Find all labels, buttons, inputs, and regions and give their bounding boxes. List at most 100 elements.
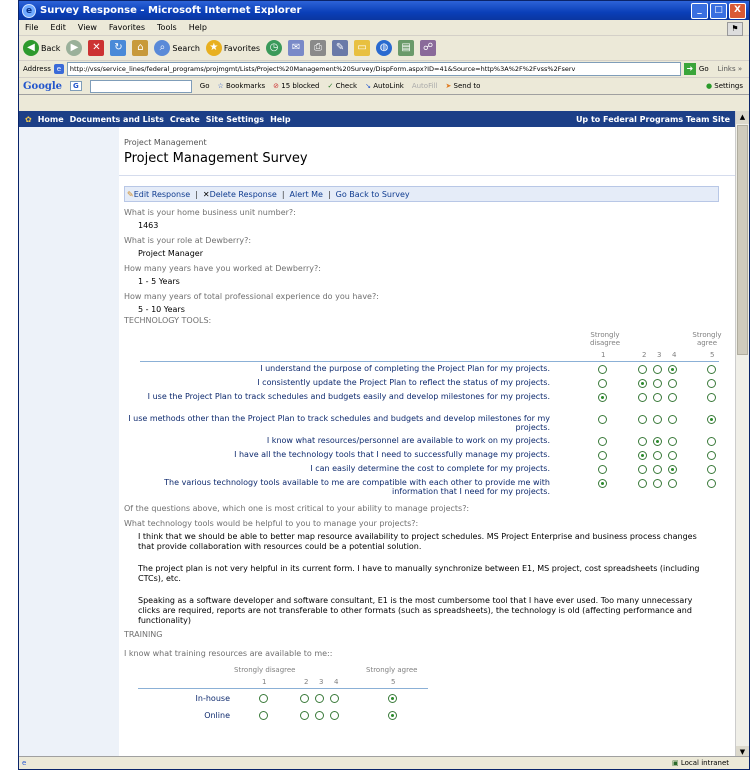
radio-option-3[interactable] <box>653 465 662 474</box>
nav-documents-and-lists[interactable]: Documents and Lists <box>70 115 164 124</box>
radio-option-1[interactable] <box>598 437 607 446</box>
radio-option-4[interactable] <box>668 379 677 388</box>
radio-option-2[interactable] <box>300 711 309 720</box>
refresh-icon[interactable]: ↻ <box>110 40 127 56</box>
nav-create[interactable]: Create <box>170 115 200 124</box>
radio-option-1[interactable] <box>598 479 607 488</box>
radio-option-5[interactable] <box>707 437 716 446</box>
radio-option-1[interactable] <box>598 379 607 388</box>
radio-option-1[interactable] <box>598 365 607 374</box>
delete-response-link[interactable]: Delete Response <box>210 190 277 199</box>
radio-option-4[interactable] <box>330 711 339 720</box>
nav-site-settings[interactable]: Site Settings <box>206 115 264 124</box>
radio-option-5[interactable] <box>707 479 716 488</box>
edit-icon[interactable]: ✎ <box>332 40 349 56</box>
radio-option-5[interactable] <box>388 694 397 703</box>
menu-view[interactable]: View <box>78 23 97 32</box>
autofill-button[interactable]: AutoFill <box>412 82 438 90</box>
nav-help[interactable]: Help <box>270 115 291 124</box>
go-button[interactable]: Go <box>699 65 709 73</box>
radio-option-5[interactable] <box>388 711 397 720</box>
address-input[interactable]: http://vss/service_lines/federal_program… <box>66 62 681 76</box>
radio-option-2[interactable] <box>638 393 647 402</box>
radio-option-2[interactable] <box>638 365 647 374</box>
radio-option-5[interactable] <box>707 393 716 402</box>
nav-up-to-team-site[interactable]: Up to Federal Programs Team Site <box>576 115 730 124</box>
links-button[interactable]: Links » <box>718 65 743 73</box>
radio-option-5[interactable] <box>707 465 716 474</box>
radio-option-4[interactable] <box>668 465 677 474</box>
radio-option-1[interactable] <box>598 393 607 402</box>
google-settings-button[interactable]: ● Settings <box>706 82 743 90</box>
radio-option-2[interactable] <box>638 451 647 460</box>
radio-option-3[interactable] <box>653 451 662 460</box>
google-badge[interactable]: G <box>70 81 82 91</box>
radio-option-4[interactable] <box>668 479 677 488</box>
google-go-button[interactable]: Go <box>200 82 210 90</box>
folder-icon[interactable]: ▭ <box>354 40 371 56</box>
home-icon[interactable]: ⌂ <box>132 40 149 56</box>
favorites-button[interactable]: ★ Favorites <box>205 40 260 56</box>
radio-option-4[interactable] <box>668 365 677 374</box>
alert-me-link[interactable]: Alert Me <box>290 190 323 199</box>
go-back-to-survey-link[interactable]: Go Back to Survey <box>336 190 410 199</box>
stop-icon[interactable]: ✕ <box>88 40 105 56</box>
radio-option-3[interactable] <box>653 479 662 488</box>
close-button[interactable]: X <box>729 3 746 19</box>
vertical-scrollbar[interactable]: ▲ ▼ <box>735 111 749 759</box>
menu-file[interactable]: File <box>25 23 38 32</box>
radio-option-4[interactable] <box>668 415 677 424</box>
radio-option-3[interactable] <box>653 365 662 374</box>
radio-option-5[interactable] <box>707 451 716 460</box>
menu-help[interactable]: Help <box>189 23 207 32</box>
radio-option-3[interactable] <box>315 711 324 720</box>
send-to-button[interactable]: ➤ Send to <box>445 82 480 90</box>
research-icon[interactable]: ▤ <box>398 40 415 56</box>
radio-option-2[interactable] <box>638 437 647 446</box>
radio-option-4[interactable] <box>330 694 339 703</box>
radio-option-1[interactable] <box>259 711 268 720</box>
radio-option-5[interactable] <box>707 379 716 388</box>
radio-option-2[interactable] <box>638 465 647 474</box>
breadcrumb[interactable]: Project Management <box>124 138 207 147</box>
radio-option-4[interactable] <box>668 437 677 446</box>
spell-check-button[interactable]: ✓ Check <box>327 82 357 90</box>
menu-tools[interactable]: Tools <box>157 23 177 32</box>
google-search-input[interactable] <box>89 79 192 93</box>
radio-option-4[interactable] <box>668 393 677 402</box>
go-arrow-icon[interactable]: ➜ <box>683 63 696 75</box>
print-icon[interactable]: ⎙ <box>310 40 327 56</box>
autolink-button[interactable]: ↘ AutoLink <box>365 82 404 90</box>
popup-blocker-button[interactable]: ⊘ 15 blocked <box>273 82 319 90</box>
radio-option-4[interactable] <box>668 451 677 460</box>
radio-option-1[interactable] <box>598 465 607 474</box>
scroll-up-icon[interactable]: ▲ <box>736 111 749 124</box>
radio-option-5[interactable] <box>707 365 716 374</box>
radio-option-1[interactable] <box>598 451 607 460</box>
radio-option-2[interactable] <box>638 379 647 388</box>
radio-option-3[interactable] <box>315 694 324 703</box>
messenger-icon[interactable]: ☍ <box>420 40 437 56</box>
radio-option-1[interactable] <box>259 694 268 703</box>
radio-option-2[interactable] <box>300 694 309 703</box>
radio-option-2[interactable] <box>638 479 647 488</box>
google-bookmarks-button[interactable]: ☆ Bookmarks <box>218 82 266 90</box>
forward-arrow-icon[interactable]: ▶ <box>66 40 83 56</box>
radio-option-3[interactable] <box>653 379 662 388</box>
radio-option-2[interactable] <box>638 415 647 424</box>
radio-option-3[interactable] <box>653 393 662 402</box>
edit-response-link[interactable]: Edit Response <box>134 190 190 199</box>
nav-home[interactable]: Home <box>38 115 64 124</box>
radio-option-3[interactable] <box>653 437 662 446</box>
radio-option-3[interactable] <box>653 415 662 424</box>
minimize-button[interactable]: _ <box>691 3 708 19</box>
menu-favorites[interactable]: Favorites <box>109 23 145 32</box>
mail-icon[interactable]: ✉ <box>288 40 305 56</box>
globe-icon[interactable]: ◍ <box>376 40 393 56</box>
maximize-button[interactable]: □ <box>710 3 727 19</box>
radio-option-1[interactable] <box>598 415 607 424</box>
history-icon[interactable]: ◷ <box>266 40 283 56</box>
radio-option-5[interactable] <box>707 415 716 424</box>
menu-edit[interactable]: Edit <box>50 23 66 32</box>
search-button[interactable]: ⌕ Search <box>154 40 200 56</box>
